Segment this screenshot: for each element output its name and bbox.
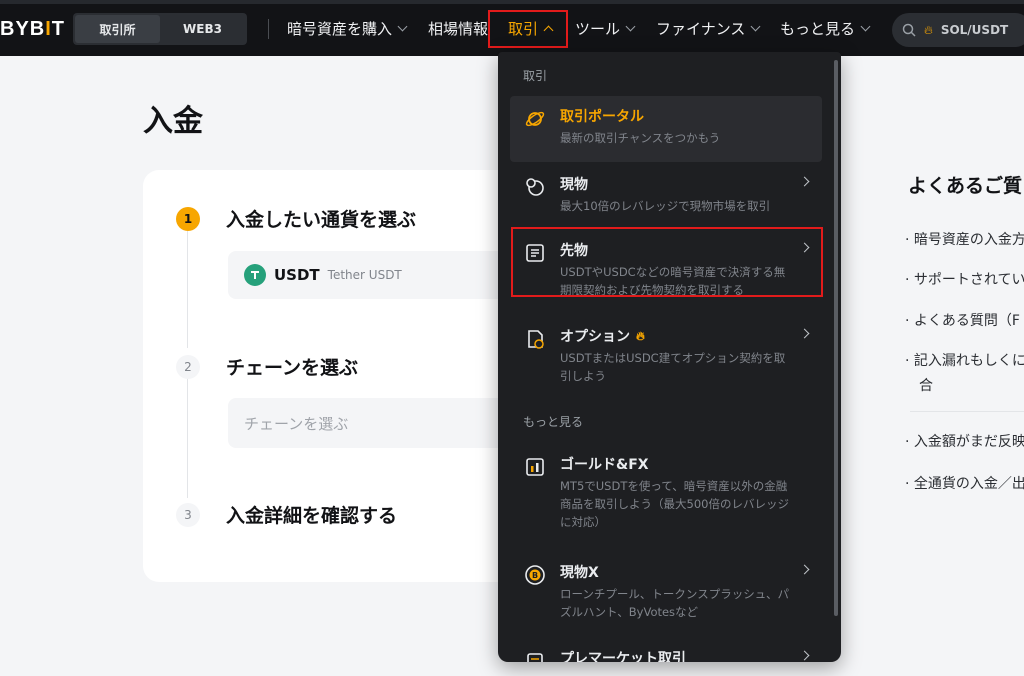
faq-link-label: 記入漏れもしくに <box>913 353 1024 369</box>
chevron-down-icon <box>750 21 761 32</box>
nav-more-label: もっと見る <box>780 20 856 38</box>
faq-divider <box>910 411 1024 412</box>
search-icon <box>902 23 916 37</box>
menu-item-title: プレマーケット取引 <box>560 651 686 662</box>
trade-dropdown-menu: 取引 取引ポータル 最新の取引チャンスをつかもう 現物 最大10倍のレバレッジで… <box>498 52 841 662</box>
chevron-right-icon <box>799 650 810 661</box>
chevron-down-icon <box>397 21 408 32</box>
step-3: 3 入金詳細を確認する <box>176 501 397 528</box>
menu-item-desc: MT5でUSDTを使って、暗号資産以外の金融商品を取引しよう（最大500倍のレバ… <box>560 479 789 529</box>
search-bar[interactable]: 🔥︎ SOL/USDT <box>892 13 1024 47</box>
faq-link[interactable]: · 入金額がまだ反映 <box>905 431 1024 451</box>
faq-link-cont[interactable]: 合 <box>919 375 933 395</box>
nav-tools-label: ツール <box>575 20 621 38</box>
platform-switch: 取引所 WEB3 <box>73 13 247 45</box>
faq-title: よくあるご質 <box>908 175 1023 197</box>
nav-markets[interactable]: 相場情報 <box>428 18 488 39</box>
menu-item-title: ゴールド&FX <box>560 457 649 473</box>
chevron-down-icon <box>625 21 636 32</box>
menu-item-desc: ローンチプール、トークンスプラッシュ、パズルハント、ByVotesなど <box>560 587 789 619</box>
coin-name: Tether USDT <box>327 268 402 282</box>
step-2: 2 チェーンを選ぶ <box>176 353 358 380</box>
svg-text:B: B <box>532 571 538 580</box>
menu-item-desc: USDTまたはUSDC建てオプション契約を取引しよう <box>560 351 786 383</box>
bybit-logo[interactable]: BYBIT <box>0 18 65 41</box>
menu-item-pre-market[interactable]: プレマーケット取引 <box>510 638 822 662</box>
highlight-box-futures <box>511 227 823 297</box>
faq-link-label: 全通貨の入金／出 <box>913 476 1024 492</box>
faq-link-label: よくある質問（F <box>913 313 1020 329</box>
step-connector <box>187 230 188 348</box>
menu-item-spot[interactable]: 現物 最大10倍のレバレッジで現物市場を取引 <box>510 164 822 230</box>
tether-icon <box>244 264 266 286</box>
faq-link[interactable]: · サポートされてい <box>905 269 1024 289</box>
menu-item-desc: 最新の取引チャンスをつかもう <box>560 131 721 145</box>
menu-item-options[interactable]: オプション 🔥︎ USDTまたはUSDC建てオプション契約を取引しよう <box>510 316 822 386</box>
chevron-down-icon <box>860 21 871 32</box>
step-number: 3 <box>176 502 200 527</box>
step-1: 1 入金したい通貨を選ぶ <box>176 205 416 232</box>
faq-link-label: サポートされてい <box>913 272 1024 288</box>
calendar-icon <box>527 653 543 662</box>
chevron-right-icon <box>799 328 810 339</box>
step-connector <box>187 378 188 498</box>
web3-tab[interactable]: WEB3 <box>160 15 245 43</box>
menu-section-more: もっと見る <box>523 415 584 429</box>
chain-select[interactable]: チェーンを選ぶ <box>228 398 508 448</box>
menu-item-title: オプション 🔥︎ <box>560 326 645 346</box>
menu-item-gold-fx[interactable]: ゴールド&FX MT5でUSDTを使って、暗号資産以外の金融商品を取引しよう（最… <box>510 444 822 536</box>
nav-finance-label: ファイナンス <box>656 20 746 38</box>
fire-icon: 🔥︎ <box>636 328 645 343</box>
search-pair: SOL/USDT <box>940 23 1009 37</box>
coin-symbol: USDT <box>274 266 320 284</box>
nav-more[interactable]: もっと見る <box>780 18 871 39</box>
nav-buy-crypto-label: 暗号資産を購入 <box>287 20 393 38</box>
nav-tools[interactable]: ツール <box>575 18 636 39</box>
faq-link-label: 入金額がまだ反映 <box>913 434 1024 450</box>
menu-item-title: 現物X <box>560 565 599 581</box>
menu-scrollbar[interactable] <box>834 60 838 616</box>
menu-item-title-text: オプション <box>560 329 630 345</box>
menu-section-trade: 取引 <box>523 69 548 83</box>
faq-link[interactable]: · 記入漏れもしくに <box>905 350 1024 370</box>
nav-divider <box>268 19 269 39</box>
highlight-box-trade <box>488 10 568 48</box>
menu-item-title: 取引ポータル <box>560 109 644 125</box>
faq-link[interactable]: · 暗号資産の入金方 <box>905 229 1024 249</box>
nav-buy-crypto[interactable]: 暗号資産を購入 <box>287 18 408 39</box>
page-title: 入金 <box>143 104 203 139</box>
step-number: 2 <box>176 354 200 379</box>
faq-link[interactable]: · 全通貨の入金／出 <box>905 473 1024 493</box>
step-title: チェーンを選ぶ <box>226 357 359 379</box>
bitcoin-icon: B <box>525 565 545 585</box>
chain-placeholder: チェーンを選ぶ <box>244 414 349 433</box>
menu-item-trading-portal[interactable]: 取引ポータル 最新の取引チャンスをつかもう <box>510 96 822 162</box>
step-number: 1 <box>176 206 200 231</box>
step-title: 入金詳細を確認する <box>226 505 398 527</box>
nav-finance[interactable]: ファイナンス <box>656 18 761 39</box>
spot-icon <box>526 178 544 196</box>
step-title: 入金したい通貨を選ぶ <box>226 209 417 231</box>
chart-icon <box>526 458 544 476</box>
chevron-right-icon <box>799 176 810 187</box>
planet-icon <box>525 111 545 127</box>
coin-select[interactable]: USDT Tether USDT <box>228 251 508 299</box>
menu-item-title: 現物 <box>560 177 588 193</box>
menu-item-spot-x[interactable]: B 現物X ローンチプール、トークンスプラッシュ、パズルハント、ByVotesな… <box>510 552 822 622</box>
exchange-tab[interactable]: 取引所 <box>75 15 160 43</box>
faq-link-label: 暗号資産の入金方 <box>913 232 1024 248</box>
nav-markets-label: 相場情報 <box>428 20 489 38</box>
menu-item-desc: 最大10倍のレバレッジで現物市場を取引 <box>560 199 771 213</box>
fire-icon: 🔥︎ <box>924 22 933 37</box>
options-icon <box>528 330 544 349</box>
chevron-right-icon <box>799 564 810 575</box>
faq-link[interactable]: · よくある質問（F <box>905 310 1020 330</box>
